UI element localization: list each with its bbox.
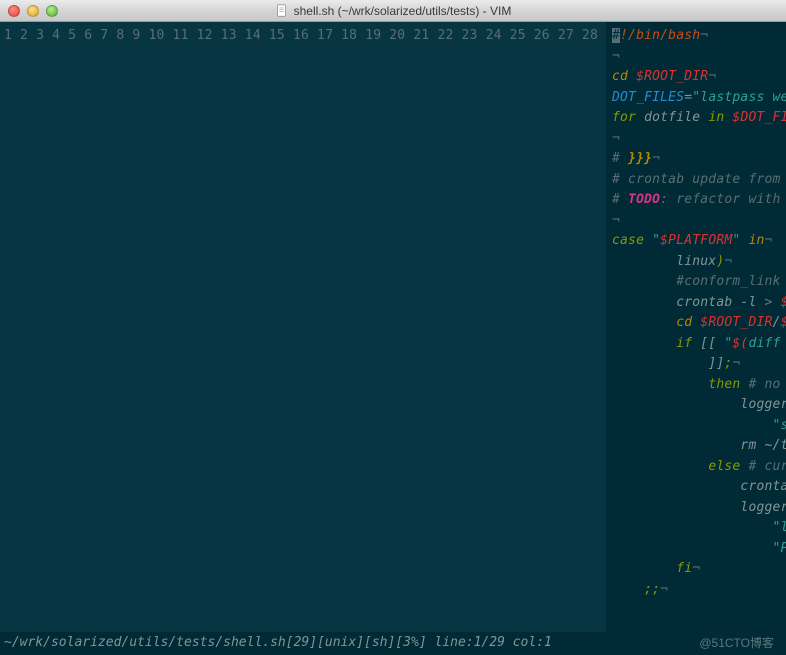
window-titlebar: shell.sh (~/wrk/solarized/utils/tests) -… [0,0,786,22]
window-title-text: shell.sh (~/wrk/solarized/utils/tests) -… [294,4,512,18]
watermark: @51CTO博客 [699,634,774,651]
editor-area[interactable]: 1 2 3 4 5 6 7 8 9 10 11 12 13 14 15 16 1… [0,22,786,632]
document-icon [275,4,289,18]
line-number-gutter: 1 2 3 4 5 6 7 8 9 10 11 12 13 14 15 16 1… [0,22,606,632]
status-text: ~/wrk/solarized/utils/tests/shell.sh[29]… [4,635,552,650]
cursor: # [612,28,620,43]
window-title: shell.sh (~/wrk/solarized/utils/tests) -… [0,4,786,18]
status-line: ~/wrk/solarized/utils/tests/shell.sh[29]… [0,632,786,652]
code-content[interactable]: #!/bin/bash¬ ¬ cd $ROOT_DIR¬ DOT_FILES="… [606,22,786,632]
